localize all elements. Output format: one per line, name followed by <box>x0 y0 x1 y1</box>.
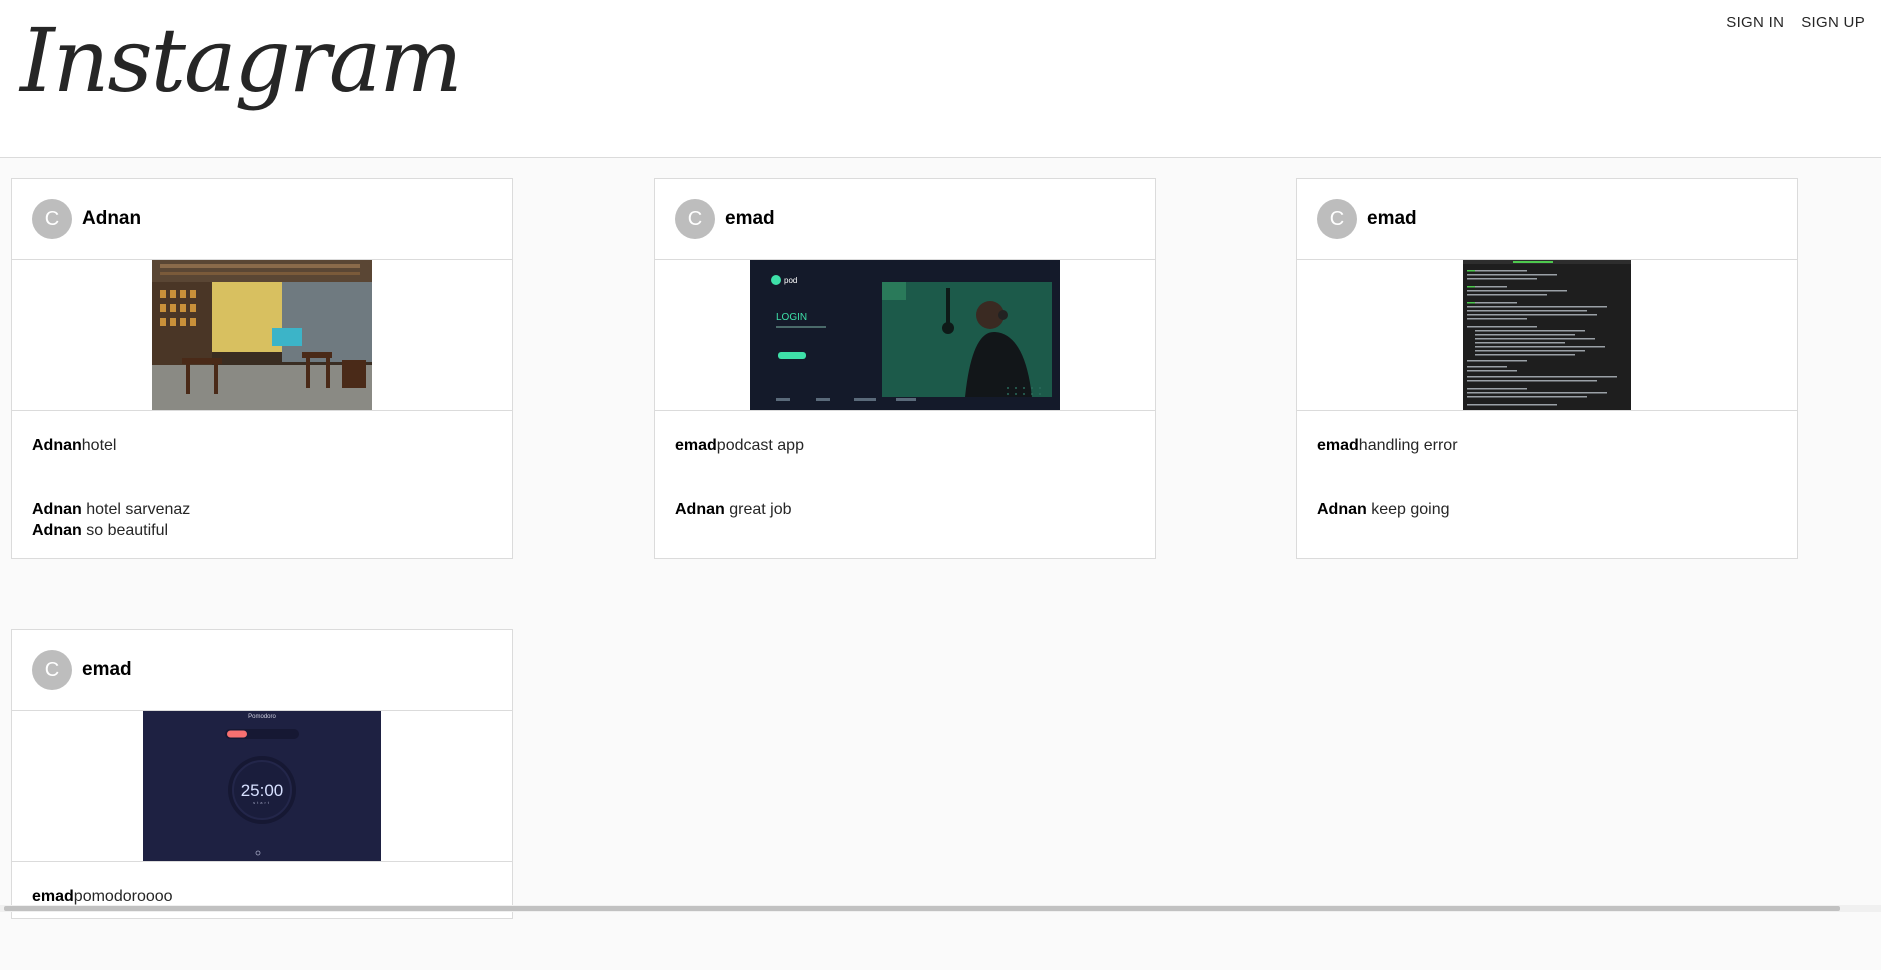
instagram-logo[interactable]: Instagram <box>20 8 463 114</box>
post-body: emadpomodoroooo <box>12 862 512 970</box>
post-image[interactable]: pod LOGIN <box>655 260 1155 411</box>
comment: Adnan so beautiful <box>32 520 492 541</box>
post-card: C emad Pomodoro 25:00 start emadpomodoro… <box>11 629 513 919</box>
terminal-error-screenshot-icon <box>1463 260 1631 410</box>
comment-user[interactable]: Adnan <box>1317 501 1367 518</box>
post-card: C emad emadhandling error Adnan keep goi… <box>1296 178 1798 559</box>
avatar[interactable]: C <box>675 199 715 239</box>
post-image[interactable] <box>12 260 512 411</box>
post-header: C emad <box>1297 179 1797 260</box>
avatar[interactable]: C <box>1317 199 1357 239</box>
pomodoro-timer-text: 25:00 <box>241 781 284 800</box>
login-heading-text: LOGIN <box>776 312 807 323</box>
comment: Adnan great job <box>675 499 1135 520</box>
sign-in-link[interactable]: SIGN IN <box>1726 14 1784 31</box>
comment: Adnan hotel sarvenaz <box>32 499 492 520</box>
caption-text: hotel <box>81 437 117 454</box>
caption-text: podcast app <box>716 437 804 454</box>
sign-up-link[interactable]: SIGN UP <box>1801 14 1865 31</box>
caption-text: handling error <box>1358 437 1458 454</box>
post-caption: emadpomodoroooo <box>32 888 492 906</box>
post-header: C emad <box>655 179 1155 260</box>
post-caption: Adnanhotel <box>32 437 492 455</box>
post-card: C emad pod LOGIN emadpodcast app Adnan g… <box>654 178 1156 559</box>
pomodoro-app-screenshot-icon: Pomodoro 25:00 start <box>143 711 381 861</box>
post-image[interactable] <box>1297 260 1797 411</box>
avatar[interactable]: C <box>32 199 72 239</box>
comment-text: hotel sarvenaz <box>86 501 191 518</box>
post-header: C emad <box>12 630 512 711</box>
horizontal-scrollbar[interactable] <box>0 905 1881 912</box>
post-caption: emadhandling error <box>1317 437 1777 455</box>
post-author[interactable]: emad <box>1367 208 1417 230</box>
post-author[interactable]: Adnan <box>82 208 141 230</box>
caption-user[interactable]: Adnan <box>32 437 82 454</box>
post-header: C Adnan <box>12 179 512 260</box>
post-author[interactable]: emad <box>725 208 775 230</box>
comment-text: keep going <box>1371 501 1450 518</box>
comment-text: so beautiful <box>86 522 169 539</box>
auth-links: SIGN IN SIGN UP <box>1726 14 1865 31</box>
post-caption: emadpodcast app <box>675 437 1135 455</box>
podcast-app-screenshot-icon: pod LOGIN <box>750 260 1060 410</box>
comment-user[interactable]: Adnan <box>675 501 725 518</box>
pomodoro-title-text: Pomodoro <box>248 714 276 720</box>
post-body: Adnanhotel Adnan hotel sarvenaz Adnan so… <box>12 411 512 561</box>
caption-user[interactable]: emad <box>675 437 717 454</box>
comment: Adnan keep going <box>1317 499 1777 520</box>
post-author[interactable]: emad <box>82 659 132 681</box>
post-image[interactable]: Pomodoro 25:00 start <box>12 711 512 862</box>
post-body: emadhandling error Adnan keep going <box>1297 411 1797 540</box>
post-card: C Adnan Adnanhotel Adnan hotel sarvenaz … <box>11 178 513 559</box>
hotel-photo-icon <box>152 260 372 410</box>
comment-user[interactable]: Adnan <box>32 522 82 539</box>
pomodoro-start-text: start <box>253 800 271 805</box>
pod-brand-text: pod <box>784 276 797 285</box>
comment-user[interactable]: Adnan <box>32 501 82 518</box>
caption-text: pomodoroooo <box>73 888 173 905</box>
comment-text: great job <box>729 501 792 518</box>
post-body: emadpodcast app Adnan great job <box>655 411 1155 540</box>
top-header: Instagram SIGN IN SIGN UP <box>0 0 1881 158</box>
avatar[interactable]: C <box>32 650 72 690</box>
scrollbar-thumb[interactable] <box>4 906 1840 911</box>
caption-user[interactable]: emad <box>1317 437 1359 454</box>
caption-user[interactable]: emad <box>32 888 74 905</box>
